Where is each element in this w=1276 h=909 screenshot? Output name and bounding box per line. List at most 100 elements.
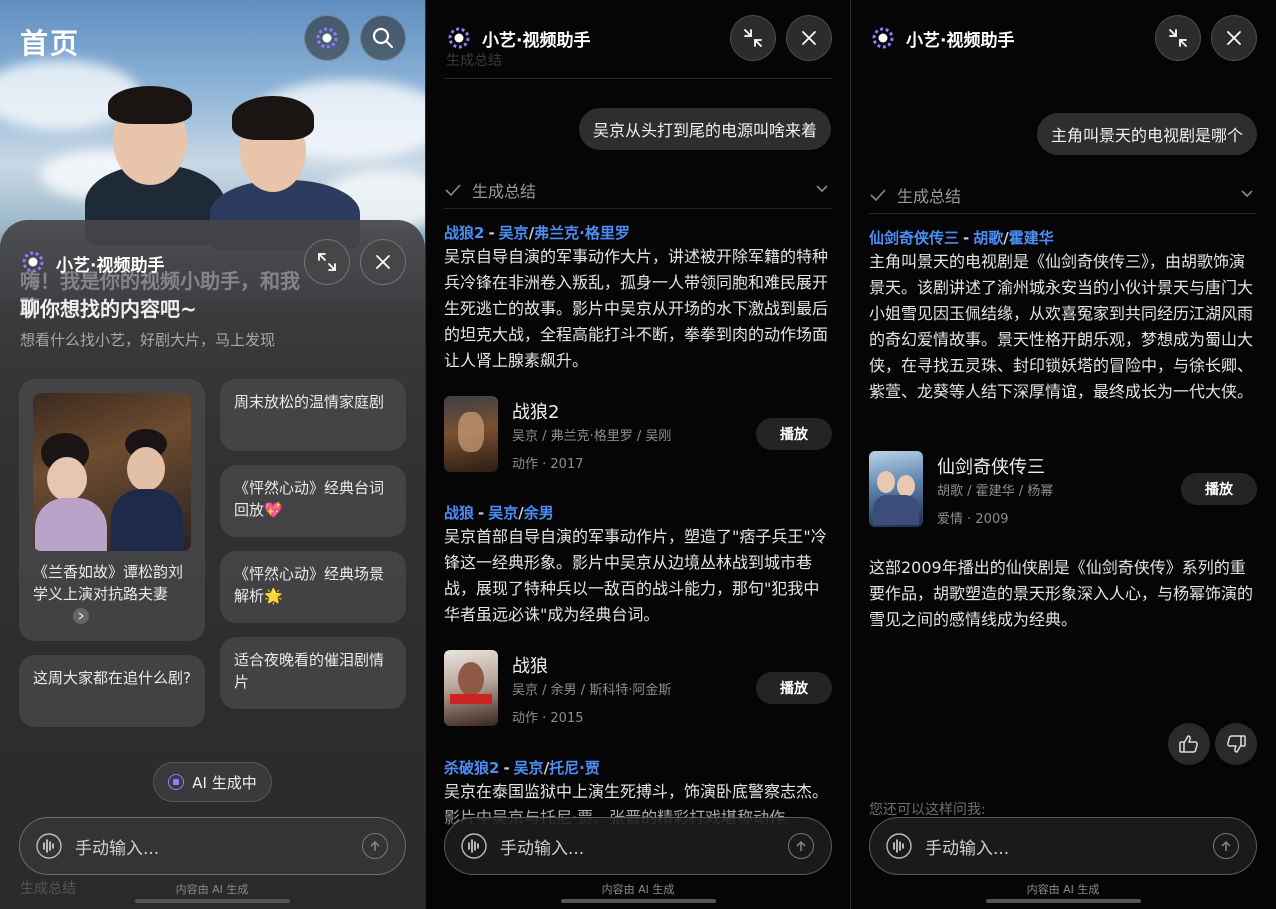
ai-generating-indicator[interactable]: AI 生成中	[153, 762, 272, 802]
close-icon	[376, 255, 390, 269]
collapse-icon	[744, 29, 762, 47]
media-item[interactable]: 战狼 吴京 / 余男 / 斯科特·阿金斯 动作 · 2015 播放	[444, 650, 832, 726]
chat-input-bar[interactable]: 手动输入...	[869, 817, 1257, 875]
card-text: 这周大家都在追什么剧?	[33, 669, 191, 687]
summary-toggle[interactable]: 生成总结	[869, 183, 961, 207]
search-button[interactable]	[360, 15, 406, 61]
person-link[interactable]: 托尼·贾	[549, 759, 600, 777]
check-icon	[870, 189, 886, 202]
close-button[interactable]	[1211, 15, 1257, 61]
media-meta: 爱情 · 2009	[937, 512, 1009, 527]
person-link[interactable]: 弗兰克·格里罗	[534, 224, 630, 242]
entry-description: 吴京自导自演的军事动作大片，讲述被开除军籍的特种兵冷锋在非洲卷入叛乱，孤身一人带…	[444, 247, 829, 370]
close-button[interactable]	[786, 15, 832, 61]
person-link[interactable]: 吴京	[499, 224, 529, 242]
media-cast: 吴京 / 弗兰克·格里罗 / 吴刚	[512, 429, 672, 444]
suggestion-card-trending[interactable]: 这周大家都在追什么剧?	[19, 655, 205, 727]
chat-panel-wolf: 生成总结 小艺·视频助手 吴京从头打到尾的电源叫啥来着 生成总结 战狼2- 吴京/…	[426, 0, 851, 909]
poster-image	[444, 396, 498, 472]
person-link[interactable]: 余男	[524, 504, 554, 522]
entry-heading: 战狼 - 吴京/余男	[444, 504, 554, 522]
media-cast: 胡歌 / 霍建华 / 杨幂	[937, 484, 1054, 499]
suggestion-card-scenes[interactable]: 《怦然心动》经典场景解析🌟	[220, 551, 406, 623]
card-text: 《怦然心动》经典场景解析🌟	[234, 565, 385, 605]
closing-text: 这部2009年播出的仙侠剧是《仙剑奇侠传》系列的重要作品，胡歌塑造的景天形象深入…	[869, 558, 1254, 629]
input-placeholder[interactable]: 手动输入...	[75, 834, 362, 859]
voice-wave-icon	[886, 833, 912, 859]
suggestion-card-quotes[interactable]: 《怦然心动》经典台词回放💖	[220, 465, 406, 537]
chat-title: 小艺·视频助手	[482, 31, 591, 51]
home-indicator	[986, 899, 1141, 903]
person-link[interactable]: 霍建华	[1009, 229, 1054, 247]
person-link[interactable]: 胡歌	[973, 229, 1003, 247]
assistant-logo-icon	[316, 27, 338, 49]
check-icon	[445, 184, 461, 197]
entry-title-link[interactable]: 仙剑奇侠传三	[869, 229, 959, 247]
person-link[interactable]: 吴京	[514, 759, 544, 777]
assistant-button[interactable]	[304, 15, 350, 61]
entry-heading: 杀破狼2- 吴京/托尼·贾	[444, 759, 600, 777]
assistant-logo-icon	[446, 25, 472, 55]
close-button[interactable]	[360, 239, 406, 285]
person-link[interactable]: 吴京	[488, 504, 518, 522]
chevron-right-icon	[73, 608, 89, 624]
send-button[interactable]	[788, 833, 814, 859]
collapse-button[interactable]	[1155, 15, 1201, 61]
chevron-down-icon[interactable]	[815, 182, 829, 196]
suggestion-card-featured[interactable]: 《兰香如故》谭松韵刘学义上演对抗路夫妻	[19, 379, 205, 641]
input-placeholder[interactable]: 手动输入...	[500, 834, 788, 859]
entry-title-link[interactable]: 杀破狼2	[444, 759, 499, 777]
ai-disclaimer: 内容由 AI 生成	[175, 883, 249, 896]
arrow-up-icon	[1221, 840, 1231, 851]
play-button[interactable]: 播放	[1181, 473, 1257, 505]
summary-toggle[interactable]: 生成总结	[444, 178, 536, 202]
entry-heading: 仙剑奇侠传三 - 胡歌/霍建华	[869, 229, 1054, 247]
entry-description: 主角叫景天的电视剧是《仙剑奇侠传三》，由胡歌饰演景天。该剧讲述了渝州城永安当的小…	[869, 252, 1254, 401]
media-item[interactable]: 战狼2 吴京 / 弗兰克·格里罗 / 吴刚 动作 · 2017 播放	[444, 396, 832, 472]
input-placeholder[interactable]: 手动输入...	[925, 834, 1213, 859]
page-title: 首页	[20, 27, 81, 60]
poster-image	[869, 451, 923, 527]
thumbs-down-button[interactable]	[1215, 723, 1257, 765]
arrow-up-icon	[370, 840, 380, 851]
entry-title-link[interactable]: 战狼	[444, 504, 474, 522]
entry-heading: 战狼2- 吴京/弗兰克·格里罗	[444, 224, 630, 242]
send-button[interactable]	[362, 833, 388, 859]
suggestion-card-weekend[interactable]: 周末放松的温情家庭剧	[220, 379, 406, 451]
chevron-down-icon[interactable]	[1240, 187, 1254, 201]
summary-label: 生成总结	[472, 182, 537, 201]
stop-icon	[168, 774, 185, 790]
chat-input-bar[interactable]: 手动输入...	[444, 817, 832, 875]
summary-label: 生成总结	[897, 187, 962, 206]
play-button[interactable]: 播放	[756, 418, 832, 450]
send-button[interactable]	[1213, 833, 1239, 859]
card-text: 适合夜晚看的催泪剧情片	[234, 651, 385, 691]
media-title: 战狼	[512, 656, 548, 677]
entry-title-link[interactable]: 战狼2	[444, 224, 484, 242]
divider	[444, 78, 832, 79]
arrow-up-icon	[796, 840, 806, 851]
ai-status-text: AI 生成中	[192, 773, 257, 792]
media-item[interactable]: 仙剑奇侠传三 胡歌 / 霍建华 / 杨幂 爱情 · 2009 播放	[869, 451, 1257, 527]
search-icon	[372, 27, 394, 49]
collapse-button[interactable]	[730, 15, 776, 61]
thumbs-up-button[interactable]	[1168, 723, 1210, 765]
media-title: 战狼2	[512, 402, 560, 423]
play-button[interactable]: 播放	[756, 672, 832, 704]
suggestion-card-tearjerker[interactable]: 适合夜晚看的催泪剧情片	[220, 637, 406, 709]
greeting-subtitle: 想看什么找小艺，好剧大片，马上发现	[20, 331, 276, 349]
entry-description: 吴京首部自导自演的军事动作片，塑造了"痞子兵王"冷锋这一经典形象。影片中吴京从边…	[444, 527, 827, 624]
poster-image	[444, 650, 498, 726]
divider	[444, 208, 832, 209]
voice-wave-icon	[461, 833, 487, 859]
ai-disclaimer: 内容由 AI 生成	[1026, 883, 1100, 896]
assistant-logo-icon	[870, 25, 896, 55]
expand-icon	[318, 253, 336, 271]
featured-poster-image	[33, 393, 191, 551]
media-cast: 吴京 / 余男 / 斯科特·阿金斯	[512, 683, 672, 698]
chat-input-bar[interactable]: 手动输入...	[19, 817, 406, 875]
thumbs-up-icon	[1179, 735, 1198, 753]
user-message: 主角叫景天的电视剧是哪个	[1036, 113, 1257, 155]
expand-button[interactable]	[304, 239, 350, 285]
user-message: 吴京从头打到尾的电源叫啥来着	[578, 108, 831, 150]
